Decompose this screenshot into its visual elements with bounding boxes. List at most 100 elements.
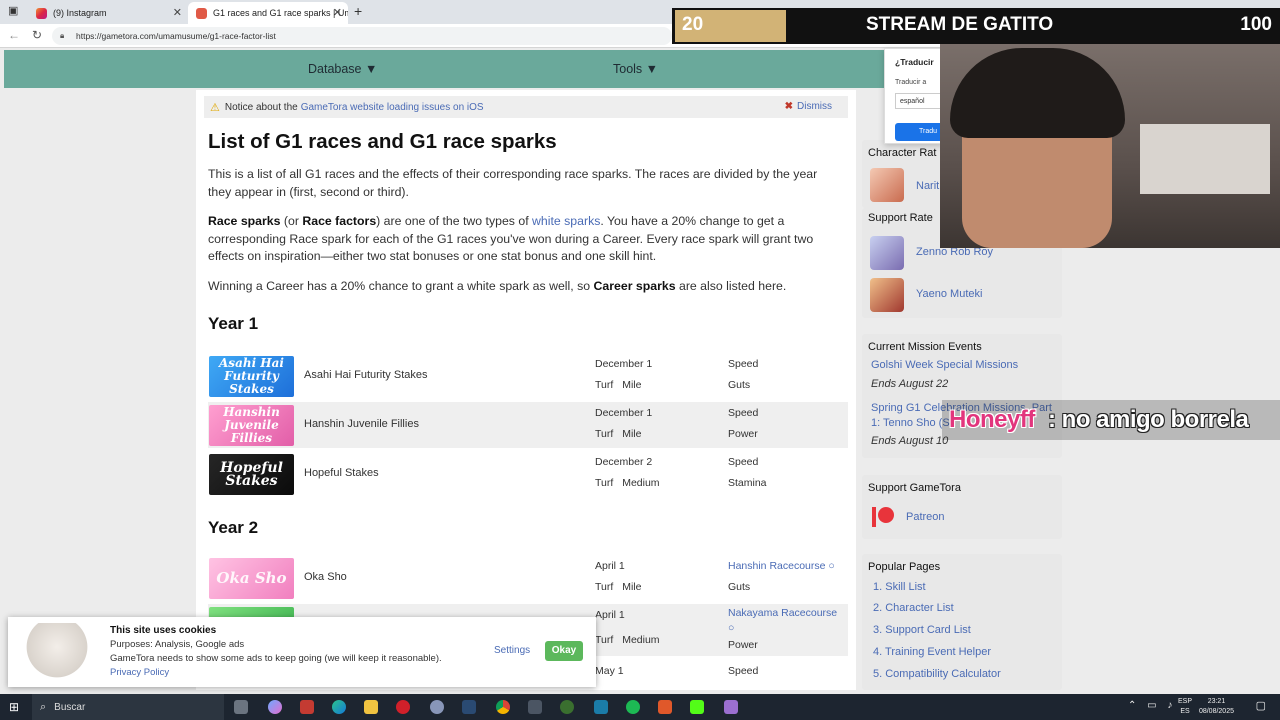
popular-link[interactable]: 3. Support Card List	[873, 624, 971, 636]
career-sparks-paragraph: Winning a Career has a 20% chance to gra…	[208, 278, 833, 296]
popular-link[interactable]: 5. Compatibility Calculator	[873, 668, 1001, 680]
popular-link[interactable]: 1. Skill List	[873, 581, 926, 593]
file-explorer-icon[interactable]	[364, 700, 378, 714]
translate-title: ¿Traducir	[895, 57, 934, 67]
mission-link[interactable]: Golshi Week Special Missions	[871, 359, 1018, 371]
spark-effect-1: Speed	[728, 665, 759, 677]
racecourse-link[interactable]: Hanshin Racecourse ○	[728, 560, 835, 572]
patreon-link[interactable]: Patreon	[906, 511, 945, 523]
url-text: https://gametora.com/umamusume/g1-race-f…	[76, 31, 276, 41]
taskbar-search-input[interactable]: ⌕ Buscar	[32, 694, 224, 720]
close-tab-icon[interactable]: ✕	[173, 6, 182, 19]
tab-label: (9) Instagram	[53, 8, 107, 18]
notification-icon[interactable]: ▢	[1256, 699, 1266, 712]
surface: Turf	[595, 379, 614, 391]
windows-start-icon[interactable]: ⊞	[9, 700, 19, 714]
notice-banner: ⚠ Notice about the GameTora website load…	[204, 96, 848, 118]
white-sparks-link[interactable]: white sparks	[532, 214, 600, 228]
bold-term: Career sparks	[593, 279, 676, 293]
reload-icon[interactable]: ↻	[32, 28, 42, 42]
gametora-icon	[196, 7, 207, 19]
character-avatar	[870, 168, 904, 202]
app-icon[interactable]	[724, 700, 738, 714]
back-icon[interactable]: ←	[8, 28, 20, 42]
spark-effect-2: Power	[728, 639, 758, 651]
menu-tools[interactable]: Tools ▼	[613, 62, 658, 76]
character-link[interactable]: Narit	[916, 180, 939, 192]
surface: Turf	[595, 428, 614, 440]
table-row[interactable]: Hopeful Stakes Hopeful Stakes December 2…	[208, 451, 848, 497]
main-content: ⚠ Notice about the GameTora website load…	[196, 90, 856, 690]
chat-text: : no amigo borrela	[1048, 406, 1249, 433]
app-icon[interactable]	[528, 700, 542, 714]
tab-label: G1 races and G1 race sparks | Um	[213, 8, 348, 18]
support-card-avatar	[870, 278, 904, 312]
tab-gametora[interactable]: G1 races and G1 race sparks | Um ✕	[188, 2, 348, 24]
translate-popup: ¿Traducir Traducir a español Tradu	[884, 48, 945, 144]
surface: Turf	[595, 581, 614, 593]
race-track: Turf Medium	[595, 634, 660, 646]
sidebar-heading: Character Rat	[868, 147, 937, 159]
system-tray-icons[interactable]: ⌃ ▭ ♪	[1128, 700, 1176, 711]
race-track: Turf Medium	[595, 477, 660, 489]
language-indicator[interactable]: ESP ES	[1178, 697, 1192, 717]
obs-icon[interactable]	[658, 700, 672, 714]
text: are also listed here.	[675, 279, 787, 293]
translate-language-select[interactable]: español	[895, 93, 941, 109]
tab-instagram[interactable]: (9) Instagram ✕	[28, 2, 188, 24]
chat-username: Honeyff	[949, 406, 1035, 433]
app-icon[interactable]	[594, 700, 608, 714]
spotify-icon[interactable]	[626, 700, 640, 714]
window-menu-icon[interactable]: ▣	[8, 4, 18, 17]
cookie-okay-button[interactable]: Okay	[545, 641, 583, 661]
xbox-icon[interactable]	[560, 700, 574, 714]
race-date: December 1	[595, 407, 653, 419]
task-view-icon[interactable]	[234, 700, 248, 714]
kick-icon[interactable]	[690, 700, 704, 714]
mascot-image	[22, 623, 92, 683]
distance: Mile	[622, 379, 642, 391]
sidebar-popular-pages: Popular Pages 1. Skill List 2. Character…	[862, 554, 1062, 690]
edge-icon[interactable]	[332, 700, 346, 714]
chrome-icon[interactable]	[496, 700, 510, 714]
dismiss-button[interactable]: ✖ Dismiss	[785, 101, 832, 112]
bold-term: Race factors	[302, 214, 377, 228]
translate-button[interactable]: Tradu	[895, 123, 945, 141]
app-icon[interactable]	[430, 700, 444, 714]
dismiss-label: Dismiss	[797, 101, 832, 112]
clock[interactable]: 23:21 08/08/2025	[1199, 697, 1234, 717]
spark-effect-1: Speed	[728, 456, 759, 468]
windows-taskbar: ⊞ ⌕ Buscar ⌃ ▭ ♪ ESP ES 23:21 08/08/2025…	[0, 694, 1280, 720]
race-banner: Asahi Hai Futurity Stakes	[209, 356, 294, 397]
race-track: Turf Mile	[595, 379, 641, 391]
notice-link[interactable]: GameTora website loading issues on iOS	[301, 102, 484, 113]
table-row[interactable]: Hanshin Juvenile Fillies Hanshin Juvenil…	[208, 402, 848, 448]
support-card-avatar	[870, 236, 904, 270]
table-row[interactable]: Oka Sho Oka Sho April 1 Turf Mile Hanshi…	[208, 555, 848, 601]
taskbar-search-label: Buscar	[54, 701, 86, 713]
race-date: April 1	[595, 560, 625, 572]
opera-icon[interactable]	[396, 700, 410, 714]
race-track: Turf Mile	[595, 581, 641, 593]
table-row[interactable]: Asahi Hai Futurity Stakes Asahi Hai Futu…	[208, 353, 848, 399]
race-banner: Hopeful Stakes	[209, 454, 294, 495]
cookie-banner: This site uses cookies Purposes: Analysi…	[8, 617, 596, 687]
menu-database[interactable]: Database ▼	[308, 62, 377, 76]
cookie-settings-button[interactable]: Settings	[494, 645, 530, 656]
racecourse-link[interactable]: Nakayama Racecourse ○	[728, 606, 846, 636]
copilot-icon[interactable]	[268, 700, 282, 714]
url-input[interactable]: 🔒︎ https://gametora.com/umamusume/g1-rac…	[52, 27, 672, 45]
app-icon[interactable]	[300, 700, 314, 714]
support-card-link[interactable]: Yaeno Muteki	[916, 288, 982, 300]
popular-link[interactable]: 4. Training Event Helper	[873, 646, 991, 658]
steam-icon[interactable]	[462, 700, 476, 714]
privacy-policy-link[interactable]: Privacy Policy	[110, 667, 169, 678]
sidebar-heading: Popular Pages	[868, 561, 941, 573]
sidebar-support-gametora: Support GameTora Patreon	[862, 475, 1062, 539]
new-tab-icon[interactable]: +	[354, 3, 362, 19]
site-info-icon[interactable]: 🔒︎	[60, 31, 70, 41]
sidebar-heading: Support Rate	[868, 212, 933, 224]
webcam-overlay	[940, 44, 1280, 248]
close-tab-icon[interactable]: ✕	[333, 6, 342, 19]
popular-link[interactable]: 2. Character List	[873, 602, 954, 614]
